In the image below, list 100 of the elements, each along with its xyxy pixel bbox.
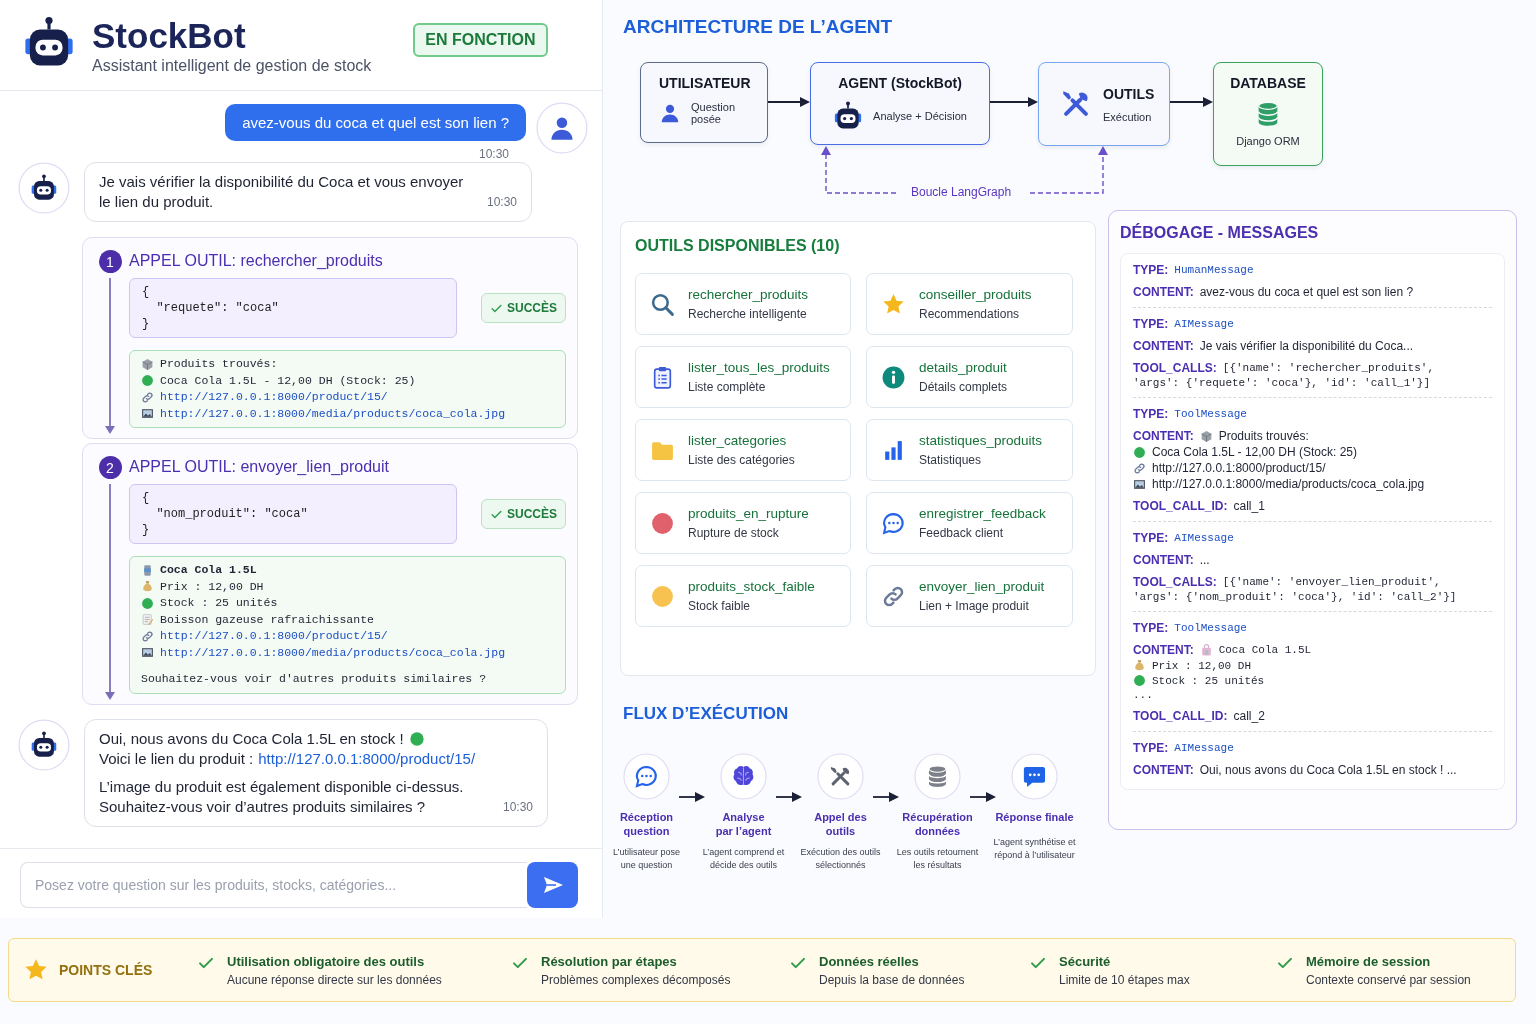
node-subtitle: Django ORM (1236, 135, 1300, 147)
field-value: Coca Cola 1.5L (1218, 644, 1312, 656)
tool-card[interactable]: enregistrer_feedback Feedback client (866, 492, 1073, 554)
node-title: DATABASE (1230, 75, 1306, 91)
robot-icon (833, 101, 864, 131)
tool-name: lister_categories (688, 433, 788, 448)
field-label: CONTENT: (1133, 763, 1194, 777)
link-icon (141, 390, 154, 404)
image-icon (141, 407, 154, 421)
search-icon (650, 291, 675, 317)
tool-card[interactable]: details_produit Détails complets (866, 346, 1073, 408)
tool-name: produits_en_rupture (688, 506, 809, 521)
bot-avatar (18, 718, 70, 771)
panel-title: DÉBOGAGE - MESSAGES (1120, 224, 1320, 242)
result-text: Coca Cola 1.5L - 12,00 DH (Stock: 25) (160, 372, 416, 389)
message-type: ToolMessage (1174, 622, 1247, 634)
node-title: OUTILS (1103, 85, 1155, 102)
section-title: ARCHITECTURE DE L’AGENT (623, 16, 894, 38)
tool-description: Rupture de stock (688, 526, 780, 540)
tool-name: enregistrer_feedback (919, 506, 1046, 521)
tool-card[interactable]: produits_stock_faible Stock faible (635, 565, 851, 627)
chat-icon (623, 753, 670, 800)
tool-card[interactable]: produits_en_rupture Rupture de stock (635, 492, 851, 554)
message-type: ToolMessage (1174, 408, 1247, 420)
arrow (970, 791, 996, 803)
result-text: Boisson gazeuse rafraichissante (160, 611, 374, 628)
step-number: 1 (98, 250, 122, 273)
app-subtitle: Assistant intelligent de gestion de stock (92, 57, 372, 75)
message-type: AIMessage (1174, 532, 1234, 544)
tool-name: produits_stock_faible (688, 579, 815, 594)
link[interactable]: http://127.0.0.1:8000/media/products/coca_cola.jpg (1152, 477, 1425, 491)
image-icon (1133, 477, 1146, 491)
link[interactable]: http://127.0.0.1:8000/product/15/ (160, 389, 388, 406)
field-value: ... (1133, 689, 1153, 701)
arrow (1170, 96, 1213, 108)
tool-name: details_produit (919, 360, 1008, 375)
field-label: CONTENT: (1133, 643, 1194, 657)
tool-name: rechercher_produits (688, 287, 809, 302)
tool-call-title: APPEL OUTIL: envoyer_lien_produit (129, 458, 390, 476)
link[interactable]: http://127.0.0.1:8000/product/15/ (160, 628, 388, 645)
key-point-description: Aucune réponse directe sur les données (227, 972, 442, 987)
brain-icon (720, 753, 767, 800)
link[interactable]: http://127.0.0.1:8000/product/15/ (1152, 461, 1326, 475)
bot-avatar (18, 162, 70, 214)
result-text: Prix : 12,00 DH (160, 578, 264, 595)
link[interactable]: http://127.0.0.1:8000/product/15/ (258, 748, 476, 769)
bag-icon (1199, 643, 1213, 657)
arrow (679, 791, 705, 803)
dot-icon (408, 730, 425, 747)
key-points-title: POINTS CLÉS (59, 962, 153, 978)
step-title: Appel des outils (814, 810, 867, 838)
field-value: [{'name': 'rechercher_produits', (1222, 362, 1434, 374)
field-label: TOOL_CALL_ID: (1133, 499, 1228, 513)
step-description: L’agent comprend et décide des outils (702, 846, 785, 872)
image-icon (141, 646, 154, 660)
tool-card[interactable]: conseiller_produits Recommendations (866, 273, 1073, 335)
step-title: Analyse par l’agent (715, 810, 772, 838)
link-icon (141, 629, 154, 643)
field-label: CONTENT: (1133, 339, 1194, 353)
result-text: Produits trouvés: (160, 356, 278, 372)
app-title: StockBot (92, 16, 247, 56)
timestamp: 10:30 (487, 194, 518, 211)
message-text: Je vais vérifier la disponibilité du Coca et vous envoyer le lien du produit. (99, 173, 464, 210)
dot-icon (1133, 674, 1146, 687)
input-field[interactable]: Posez votre question sur les produits, stocks, catégories... (20, 862, 527, 908)
key-point-title: Données réelles (819, 953, 920, 969)
tool-description: Détails complets (919, 380, 1008, 394)
field-value: Je vais vérifier la disponibilité du Coca... (1199, 339, 1414, 353)
dot-icon (141, 374, 154, 388)
tool-card[interactable]: rechercher_produits Recherche intelligente (635, 273, 851, 335)
field-label: CONTENT: (1133, 285, 1194, 299)
link[interactable]: http://127.0.0.1:8000/media/products/coca_cola.jpg (160, 405, 506, 422)
chat-icon (881, 510, 906, 536)
tool-card[interactable]: statistiques_produits Statistiques (866, 419, 1073, 481)
loop-label: Boucle LangGraph (911, 185, 1012, 199)
step-description: Exécution des outils sélectionnés (800, 846, 881, 872)
user-icon (659, 102, 681, 124)
field-value: Produits trouvés: (1218, 429, 1309, 443)
field-label: TYPE: (1133, 531, 1169, 545)
field-value: ... (1199, 553, 1210, 567)
field-value: Coca Cola 1.5L - 12,00 DH (Stock: 25) (1152, 445, 1357, 459)
node-subtitle: Question posée (691, 101, 737, 125)
send-button[interactable] (527, 862, 578, 908)
field-label: CONTENT: (1133, 429, 1194, 443)
tool-card[interactable]: lister_categories Liste des catégories (635, 419, 851, 481)
result-text: Coca Cola 1.5L (160, 562, 257, 578)
message-text: Oui, nous avons du Coca Cola 1.5L en stock ! (99, 728, 404, 749)
key-point-title: Sécurité (1059, 953, 1112, 969)
user-avatar (536, 102, 588, 154)
tool-name: statistiques_produits (919, 433, 1043, 448)
tool-description: Liste complète (688, 380, 767, 394)
field-value: Oui, nous avons du Coca Cola 1.5L en stock ! ... (1199, 763, 1457, 777)
key-point-description: Limite de 10 étapes max (1059, 972, 1190, 987)
tool-card[interactable]: envoyer_lien_produit Lien + Image produit (866, 565, 1073, 627)
tool-card[interactable]: lister_tous_les_produits Liste complète (635, 346, 851, 408)
field-value: Prix : 12,00 DH (1152, 659, 1252, 672)
dot-icon (650, 510, 675, 536)
message-icon (1011, 753, 1058, 800)
link[interactable]: http://127.0.0.1:8000/media/products/coca_cola.jpg (160, 644, 506, 661)
result-text: Souhaitez-vous voir d'autres produits similaires ? (141, 671, 488, 687)
